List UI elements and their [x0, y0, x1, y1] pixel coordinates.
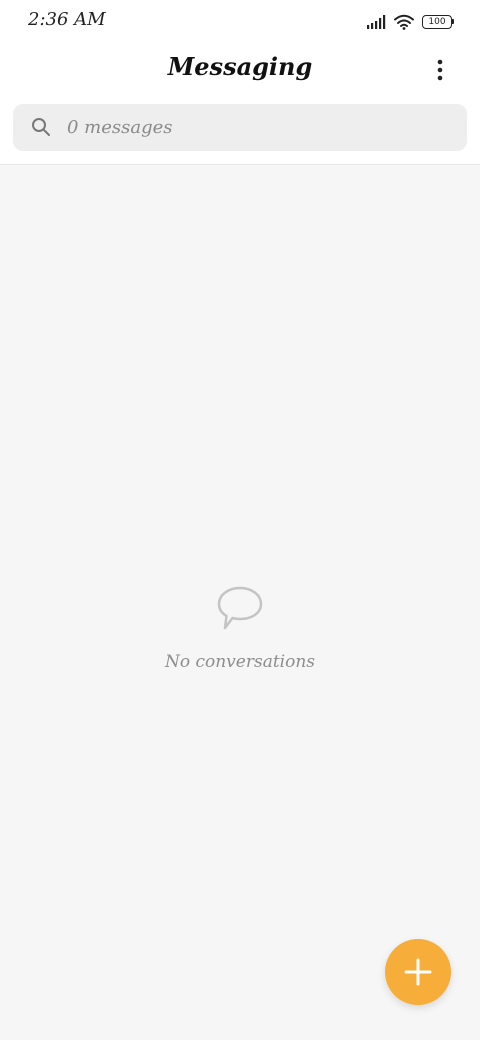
signal-icon: [367, 15, 386, 29]
page-title: Messaging: [167, 52, 313, 81]
status-icons: 100: [366, 12, 454, 32]
new-conversation-button[interactable]: [385, 939, 451, 1005]
empty-state-text: No conversations: [164, 652, 316, 672]
search-input[interactable]: [67, 104, 447, 151]
status-bar: 2:36 AM 100: [0, 0, 480, 40]
more-options-button[interactable]: [426, 54, 454, 86]
search-icon: [32, 118, 50, 136]
app-header: Messaging: [0, 40, 480, 100]
wifi-icon: [394, 14, 414, 30]
top-area: 2:36 AM 100 Messaging: [0, 0, 480, 165]
more-vertical-icon: [437, 59, 443, 81]
plus-icon: [404, 958, 432, 986]
battery-level: 100: [428, 16, 446, 27]
search-bar[interactable]: [13, 104, 467, 151]
empty-state: No conversations: [0, 584, 480, 672]
battery-icon: 100: [422, 15, 454, 29]
chat-bubble-icon: [217, 586, 263, 630]
status-time: 2:36 AM: [28, 9, 106, 30]
